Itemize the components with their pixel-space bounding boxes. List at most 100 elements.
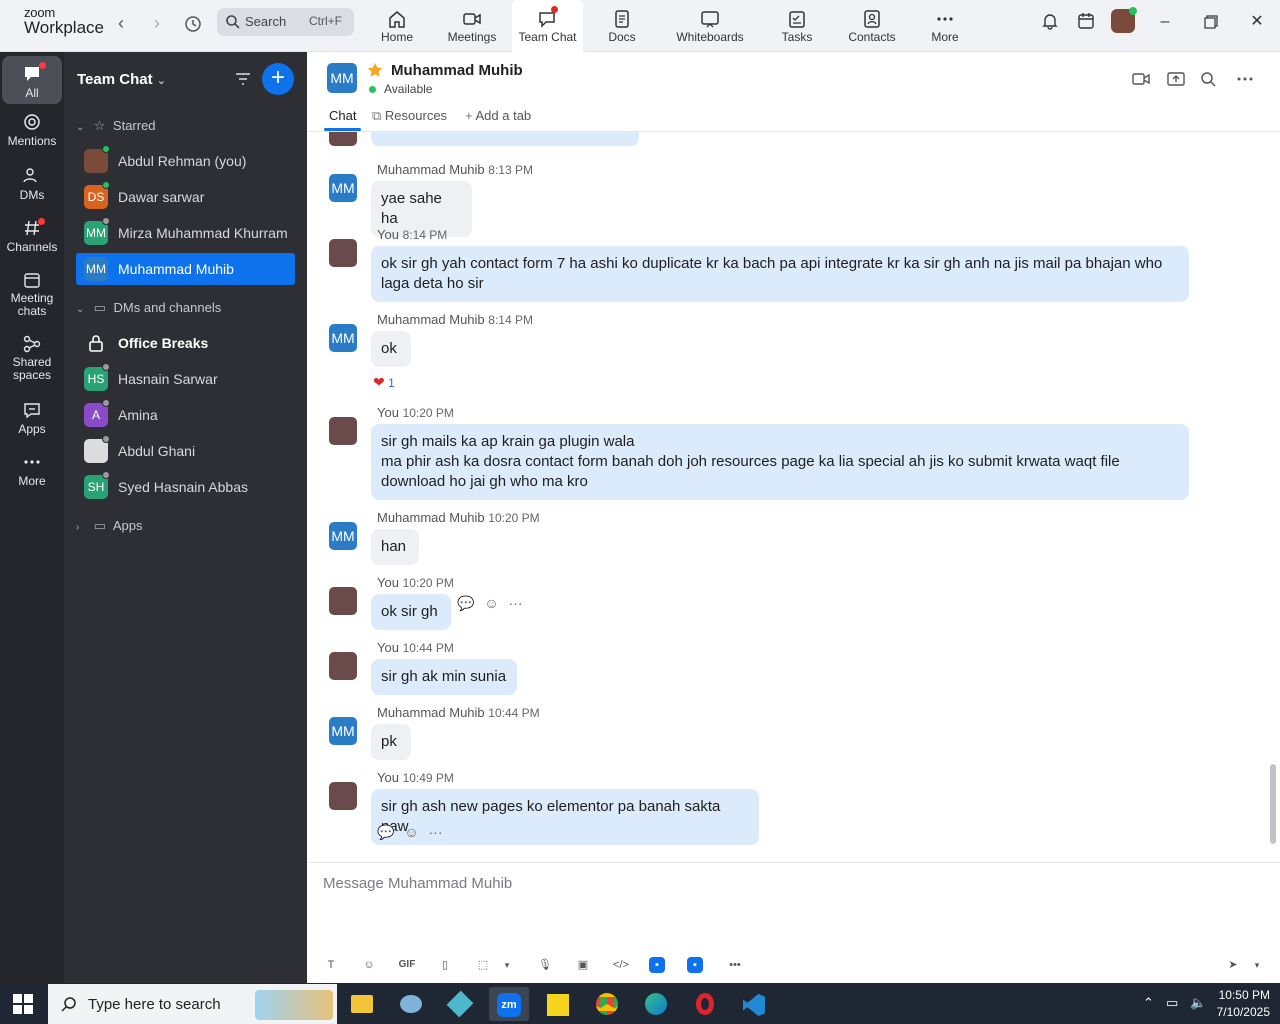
vscode-icon[interactable] — [734, 987, 774, 1021]
user-avatar[interactable] — [1111, 7, 1137, 33]
zoom-taskbar-icon[interactable]: zm — [489, 987, 529, 1021]
message-bubble-partial[interactable] — [371, 132, 639, 146]
more-icon[interactable]: ••• — [725, 955, 745, 975]
volume-icon[interactable]: 🔈 — [1190, 995, 1206, 1011]
contact-item[interactable]: Office Breaks — [76, 327, 295, 359]
avatar[interactable] — [329, 652, 357, 680]
tab-home[interactable]: Home — [372, 0, 422, 52]
new-chat-button[interactable]: + — [262, 63, 294, 95]
avatar[interactable] — [329, 782, 357, 810]
rail-all[interactable]: All — [2, 56, 62, 104]
add-tab-button[interactable]: + Add a tab — [465, 108, 531, 123]
rail-shared-spaces[interactable]: Shared spaces — [2, 334, 62, 382]
message-list[interactable]: Muhammad Muhib 8:13 PM MM yae sahe ha You 8… — [307, 132, 1280, 862]
tab-more[interactable]: More — [925, 0, 965, 52]
tab-docs[interactable]: Docs — [600, 0, 644, 52]
filter-icon[interactable] — [234, 70, 252, 88]
emoji-icon[interactable]: ☺ — [359, 955, 379, 975]
chevron-down-icon[interactable]: ▾ — [497, 955, 517, 975]
avatar[interactable]: MM — [329, 717, 357, 745]
network-icon[interactable]: ▭ — [1166, 995, 1178, 1011]
sender-name[interactable]: Muhammad Muhib — [377, 510, 485, 525]
screenshot-icon[interactable]: ⬚ — [473, 955, 493, 975]
rail-dms[interactable]: DMs — [2, 166, 62, 202]
forward-arrow-icon[interactable]: › — [145, 12, 169, 36]
avatar[interactable]: MM — [329, 324, 357, 352]
app-icon[interactable] — [440, 987, 480, 1021]
rail-meeting-chats[interactable]: Meeting chats — [2, 270, 62, 318]
search-icon[interactable] — [1199, 70, 1219, 88]
message-bubble[interactable]: han — [371, 529, 419, 565]
contact-item[interactable]: DS Dawar sarwar — [76, 181, 295, 213]
contact-item[interactable]: Abdul Ghani — [76, 435, 295, 467]
bell-icon[interactable] — [1040, 12, 1060, 32]
file-icon[interactable]: ▯ — [435, 955, 455, 975]
video-message-icon[interactable]: ▣ — [573, 955, 593, 975]
sender-name[interactable]: You — [377, 575, 399, 590]
more-options-icon[interactable] — [1235, 70, 1255, 88]
avatar[interactable]: MM — [329, 174, 357, 202]
emoji-react-icon[interactable]: ☺ — [484, 595, 498, 611]
message-bubble[interactable]: ok sir gh yah contact form 7 ha ashi ko … — [371, 246, 1189, 302]
rail-apps[interactable]: Apps — [2, 400, 62, 436]
file-explorer-icon[interactable] — [342, 987, 382, 1021]
avatar[interactable] — [329, 239, 357, 267]
more-icon[interactable]: ··· — [429, 824, 443, 840]
tab-team-chat[interactable]: Team Chat — [512, 0, 583, 52]
reply-icon[interactable]: 💬 — [377, 824, 394, 840]
minimize-icon[interactable]: – — [1155, 12, 1175, 32]
contact-item[interactable]: Abdul Rehman (you) — [76, 145, 295, 177]
star-icon[interactable] — [367, 62, 383, 78]
format-text-icon[interactable]: T — [321, 955, 341, 975]
message-bubble[interactable]: sir gh ak min sunia — [371, 659, 517, 695]
avatar[interactable] — [329, 587, 357, 615]
microphone-icon[interactable]: 🎙 — [535, 955, 555, 975]
message-bubble[interactable]: ok — [371, 331, 411, 367]
tab-whiteboards[interactable]: Whiteboards — [672, 0, 748, 52]
section-starred[interactable]: ⌄ ☆ Starred — [76, 118, 156, 134]
message-bubble[interactable]: ok sir gh — [371, 594, 451, 630]
taskbar-search[interactable]: Type here to search — [48, 984, 337, 1024]
reply-icon[interactable]: 💬 — [457, 595, 474, 611]
back-arrow-icon[interactable]: ‹ — [109, 12, 133, 36]
code-icon[interactable]: </> — [611, 955, 631, 975]
contact-item[interactable]: A Amina — [76, 399, 295, 431]
app-icon[interactable]: ▪ — [649, 957, 665, 973]
contact-name[interactable]: Muhammad Muhib — [391, 62, 523, 79]
rail-mentions[interactable]: Mentions — [2, 112, 62, 148]
sender-name[interactable]: You — [377, 227, 399, 242]
sender-name[interactable]: Muhammad Muhib — [377, 312, 485, 327]
calendar-icon[interactable] — [1076, 12, 1096, 32]
send-icon[interactable]: ➤ — [1223, 955, 1243, 975]
chevron-up-icon[interactable]: ⌃ — [1143, 995, 1154, 1011]
sender-name[interactable]: Muhammad Muhib — [377, 162, 485, 177]
scrollbar-thumb[interactable] — [1270, 764, 1276, 844]
composer[interactable]: Message Muhammad Muhib T ☺ GIF ▯ ⬚ ▾ 🎙 ▣… — [307, 862, 1280, 983]
close-icon[interactable]: ✕ — [1247, 12, 1267, 32]
avatar[interactable]: MM — [329, 522, 357, 550]
sender-name[interactable]: You — [377, 405, 399, 420]
more-icon[interactable]: ··· — [509, 595, 523, 611]
section-dms[interactable]: ⌄ ▭ DMs and channels — [76, 300, 221, 316]
gif-button[interactable]: GIF — [397, 955, 417, 975]
rail-channels[interactable]: Channels — [2, 218, 62, 254]
video-call-icon[interactable] — [1131, 70, 1151, 88]
contact-item[interactable]: HS Hasnain Sarwar — [76, 363, 295, 395]
reaction[interactable]: ❤ 1 — [373, 374, 395, 396]
tab-chat[interactable]: Chat — [323, 108, 363, 131]
taskbar-clock[interactable]: 10:50 PM 7/10/2025 — [1217, 987, 1270, 1021]
tab-contacts[interactable]: Contacts — [846, 0, 898, 52]
history-icon[interactable] — [181, 12, 205, 36]
section-apps[interactable]: › ▭ Apps — [76, 518, 142, 534]
chrome-icon[interactable] — [587, 987, 627, 1021]
emoji-react-icon[interactable]: ☺ — [404, 824, 418, 840]
sticky-notes-icon[interactable] — [538, 987, 578, 1021]
contact-item[interactable]: MM Muhammad Muhib — [76, 253, 295, 285]
tab-tasks[interactable]: Tasks — [775, 0, 819, 52]
tab-meetings[interactable]: Meetings — [442, 0, 502, 52]
windows-start-icon[interactable] — [12, 993, 34, 1015]
restore-icon[interactable] — [1201, 12, 1221, 32]
contact-avatar[interactable]: MM — [327, 63, 357, 93]
avatar[interactable] — [329, 417, 357, 445]
message-bubble[interactable]: sir gh mails ka ap krain ga plugin wala m… — [371, 424, 1189, 500]
